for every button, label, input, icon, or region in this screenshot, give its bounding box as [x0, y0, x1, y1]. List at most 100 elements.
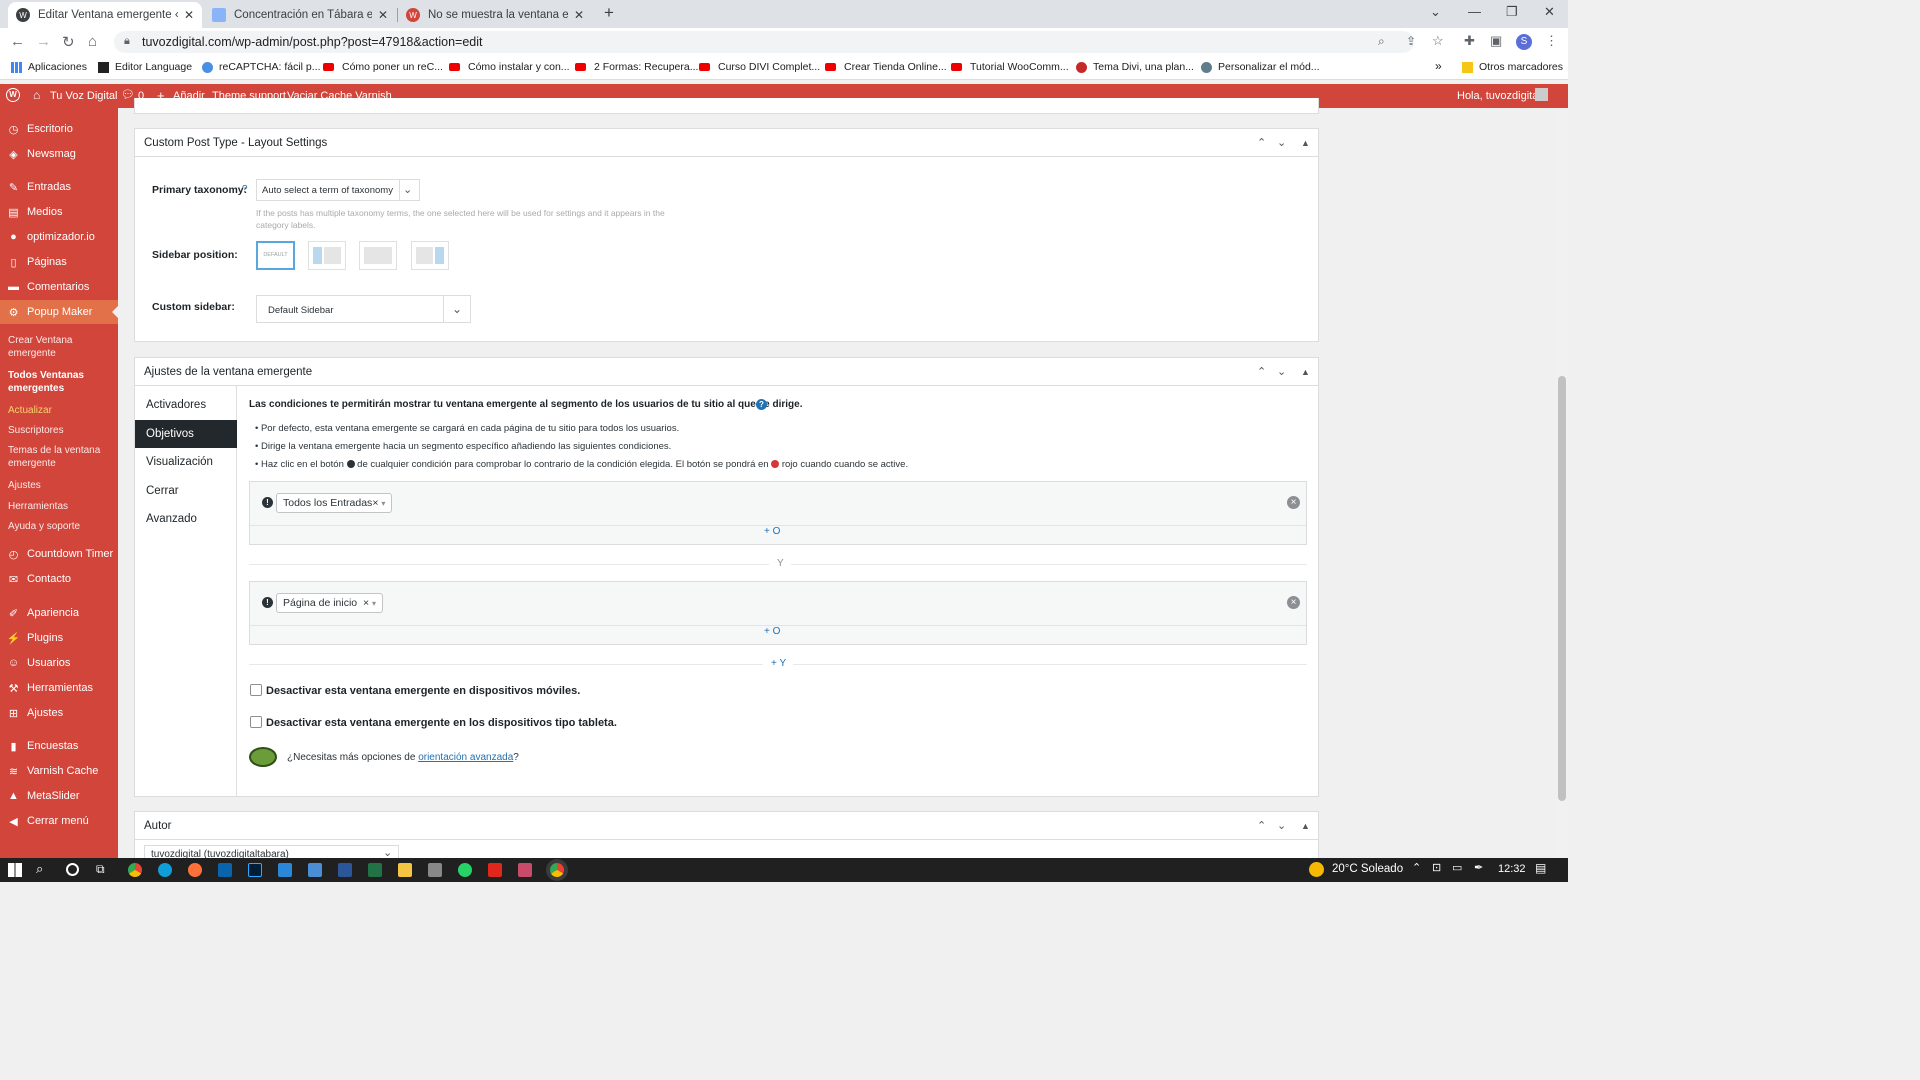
help-icon[interactable]: ? — [242, 184, 248, 195]
disable-mobile-label[interactable]: Desactivar esta ventana emergente en dis… — [266, 685, 580, 697]
windows-start-icon[interactable] — [8, 863, 22, 877]
extensions-icon[interactable]: ✚ — [1464, 33, 1475, 49]
cortana-icon[interactable] — [66, 863, 79, 876]
sidebar-none-option[interactable] — [359, 241, 397, 270]
advanced-targeting-link[interactable]: orientación avanzada — [418, 752, 513, 763]
sidebar-item-herramientas[interactable]: ⚒ Herramientas — [0, 676, 118, 700]
clear-icon[interactable]: × — [363, 597, 369, 609]
bookmark-item[interactable]: Editor Language — [98, 61, 192, 73]
close-window-icon[interactable]: ✕ — [1544, 4, 1555, 20]
browser-tab-active[interactable]: W Editar Ventana emergente «Prue ✕ — [8, 2, 202, 28]
close-tab-icon[interactable]: ✕ — [184, 8, 194, 22]
bookmark-item[interactable]: Crear Tienda Online... — [825, 61, 947, 73]
tab-activadores[interactable]: Activadores — [135, 391, 237, 419]
remove-condition-icon[interactable]: × — [1287, 596, 1300, 609]
move-up-icon[interactable]: ⌃ — [1257, 136, 1266, 149]
tab-objetivos[interactable]: Objetivos — [135, 420, 237, 448]
url-bar[interactable]: 🔒︎ tuvozdigital.com/wp-admin/post.php?po… — [114, 31, 1444, 53]
notifications-icon[interactable]: ▤ — [1535, 861, 1546, 875]
collapse-menu-button[interactable]: ◀ Cerrar menú — [0, 809, 118, 833]
sidebar-item-plugins[interactable]: ⚡ Plugins — [0, 626, 118, 650]
profile-avatar[interactable]: S — [1516, 34, 1532, 50]
desktop-icon[interactable] — [308, 863, 322, 877]
bookmark-item[interactable]: Cómo poner un reC... — [323, 61, 443, 73]
share-icon[interactable]: ⇪ — [1406, 34, 1416, 48]
pen-icon[interactable]: ✒ — [1474, 861, 1483, 874]
tab-avanzado[interactable]: Avanzado — [135, 505, 237, 533]
tab-visualizacion[interactable]: Visualización — [135, 448, 237, 476]
edge-icon[interactable] — [158, 863, 172, 877]
primary-taxonomy-select[interactable]: Auto select a term of taxonomy ⌄ — [256, 179, 420, 201]
store-icon[interactable] — [428, 863, 442, 877]
sidebar-item-paginas[interactable]: ▯ Páginas — [0, 250, 118, 274]
forward-arrow-icon[interactable]: → — [36, 33, 51, 50]
sidebar-item-escritorio[interactable]: ◷ Escritorio — [0, 117, 118, 141]
clear-icon[interactable]: × — [372, 497, 378, 509]
bookmark-item[interactable]: Tema Divi, una plan... — [1076, 61, 1194, 73]
search-icon[interactable]: ⌕ — [36, 861, 43, 877]
bookmark-item[interactable]: reCAPTCHA: fácil p... — [202, 61, 321, 73]
side-panel-icon[interactable]: ▣ — [1490, 33, 1502, 49]
clock-text[interactable]: 12:32 — [1498, 863, 1526, 875]
sidebar-right-option[interactable] — [411, 241, 449, 270]
menu-kebab-icon[interactable]: ⋮ — [1545, 33, 1558, 49]
scrollbar-thumb[interactable] — [1558, 376, 1566, 801]
chrome-active-icon[interactable] — [550, 863, 564, 877]
move-up-icon[interactable]: ⌃ — [1257, 819, 1266, 832]
sidebar-item-medios[interactable]: ▤ Medios — [0, 200, 118, 224]
submenu-actualizar[interactable]: Actualizar — [8, 404, 112, 417]
toggle-panel-icon[interactable]: ▲ — [1301, 138, 1310, 148]
submenu-crear-ventana[interactable]: Crear Ventana emergente — [8, 334, 112, 360]
toggle-panel-icon[interactable]: ▲ — [1301, 367, 1310, 377]
move-up-icon[interactable]: ⌃ — [1257, 365, 1266, 378]
app-icon[interactable] — [518, 863, 532, 877]
sidebar-item-metaslider[interactable]: ▲ MetaSlider — [0, 784, 118, 808]
firefox-icon[interactable] — [188, 863, 202, 877]
submenu-herramientas[interactable]: Herramientas — [8, 500, 112, 513]
sidebar-item-newsmag[interactable]: ◈ Newsmag — [0, 142, 118, 166]
sidebar-item-usuarios[interactable]: ☺ Usuarios — [0, 651, 118, 675]
bookmark-item[interactable]: 2 Formas: Recupera... — [575, 61, 698, 73]
photoshop-icon[interactable] — [248, 863, 262, 877]
acrobat-icon[interactable] — [488, 863, 502, 877]
move-down-icon[interactable]: ⌄ — [1277, 136, 1286, 149]
submenu-ajustes[interactable]: Ajustes — [8, 479, 112, 492]
sidebar-item-popup-maker[interactable]: ⚙ Popup Maker — [0, 300, 118, 324]
other-bookmarks[interactable]: Otros marcadores — [1462, 61, 1563, 73]
sidebar-item-comentarios[interactable]: ▬ Comentarios — [0, 275, 118, 299]
minimize-icon[interactable]: — — [1468, 4, 1481, 19]
add-and-button[interactable]: + Y — [771, 658, 786, 669]
back-arrow-icon[interactable]: ← — [10, 33, 25, 50]
bookmark-item[interactable]: Tutorial WooComm... — [951, 61, 1069, 73]
move-down-icon[interactable]: ⌄ — [1277, 365, 1286, 378]
lock-icon[interactable]: 🔒︎ — [124, 35, 130, 48]
word-icon[interactable] — [338, 863, 352, 877]
remove-condition-icon[interactable]: × — [1287, 496, 1300, 509]
home-icon[interactable]: ⌂ — [88, 33, 97, 50]
bookmark-star-icon[interactable]: ☆ — [1432, 33, 1444, 49]
device-icon[interactable]: ⊡ — [1432, 861, 1441, 874]
sidebar-item-varnish[interactable]: ≋ Varnish Cache — [0, 759, 118, 783]
mail-icon[interactable] — [278, 863, 292, 877]
zoom-icon[interactable]: ⌕ — [1378, 34, 1385, 49]
disable-tablet-label[interactable]: Desactivar esta ventana emergente en los… — [266, 717, 617, 729]
excel-icon[interactable] — [368, 863, 382, 877]
bookmarks-more-button[interactable]: » — [1435, 59, 1442, 73]
task-view-icon[interactable]: ⧉ — [96, 862, 105, 877]
not-operand-icon[interactable]: ! — [262, 497, 273, 508]
disable-tablet-checkbox[interactable] — [250, 716, 262, 728]
sidebar-item-contacto[interactable]: ✉ Contacto — [0, 567, 118, 591]
condition-select[interactable]: Todos los Entradas× ▾ — [276, 493, 393, 513]
weather-text[interactable]: 20°C Soleado — [1332, 863, 1403, 875]
bookmark-apps[interactable]: Aplicaciones — [11, 61, 87, 73]
author-select[interactable]: tuvozdigital (tuvozdigitaltabara) ⌄ — [144, 845, 399, 859]
submenu-todos-ventanas[interactable]: Todos Ventanas emergentes — [8, 369, 112, 395]
add-or-button[interactable]: + O — [764, 626, 780, 637]
site-name-link[interactable]: Tu Voz Digital — [50, 90, 117, 102]
bookmark-item[interactable]: Curso DIVI Complet... — [699, 61, 820, 73]
sidebar-item-countdown[interactable]: ◴ Countdown Timer — [0, 542, 118, 566]
page-scrollbar[interactable] — [1556, 108, 1568, 858]
condition-select[interactable]: Página de inicio × ▾ — [276, 593, 384, 613]
toggle-panel-icon[interactable]: ▲ — [1301, 821, 1310, 831]
submenu-temas[interactable]: Temas de la ventana emergente — [8, 444, 112, 470]
